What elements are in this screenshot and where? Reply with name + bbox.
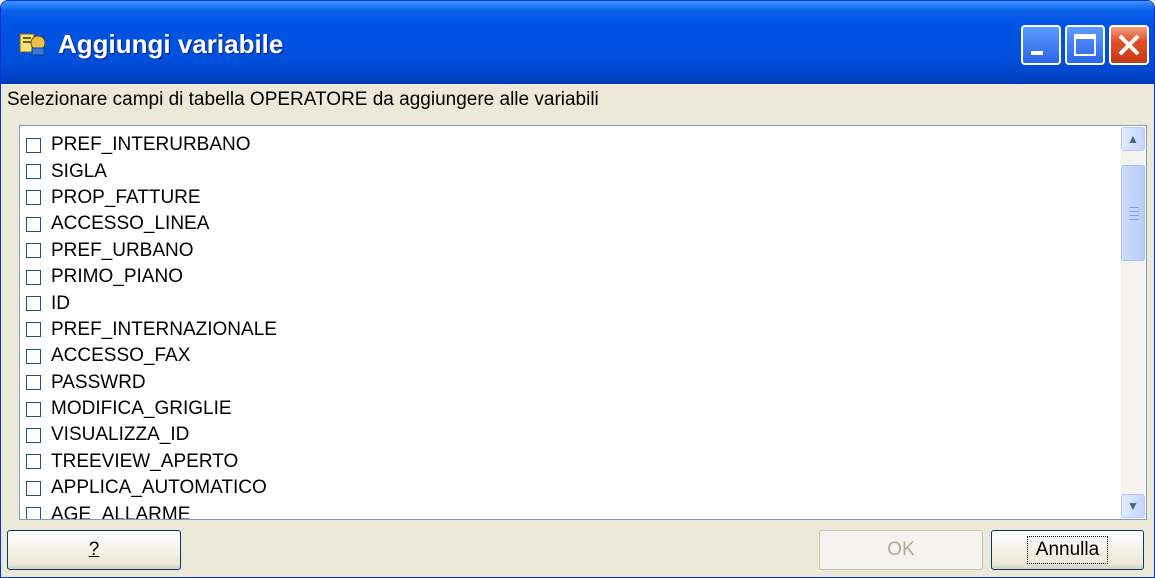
help-button[interactable]: ? [7,530,181,570]
checklist-items: PREF_INTERURBANO SIGLA PROP_FATTURE ACCESSO… [26,132,277,520]
checklist-item[interactable]: ACCESSO_LINEA [26,211,277,237]
scroll-down-button[interactable]: ▼ [1121,494,1145,518]
checklist-item-label: SIGLA [51,160,107,182]
checklist-item[interactable]: TREEVIEW_APERTO [26,449,277,475]
field-checklist[interactable]: PREF_INTERURBANO SIGLA PROP_FATTURE ACCESSO… [19,125,1147,520]
scroll-up-button[interactable]: ▲ [1121,127,1145,151]
checklist-item-label: PROP_FATTURE [51,186,201,208]
minimize-icon [1031,51,1043,55]
checkbox[interactable] [26,190,41,206]
checklist-item-label: AGE_ALLARME [51,503,191,520]
checklist-item[interactable]: AGE_ALLARME [26,501,277,520]
checkbox[interactable] [26,216,41,232]
scroll-thumb[interactable] [1121,165,1145,261]
checklist-item[interactable]: PRIMO_PIANO [26,264,277,290]
checklist-item-label: PREF_INTERNAZIONALE [51,318,277,340]
checkbox[interactable] [26,454,41,470]
checklist-item-label: ACCESSO_LINEA [51,213,210,235]
checklist-item-label: PRIMO_PIANO [51,266,183,288]
checklist-item[interactable]: ID [26,290,277,316]
window-title: Aggiungi variabile [58,29,284,59]
title-bar[interactable]: Aggiungi variabile [1,1,1154,84]
checkbox[interactable] [26,137,41,153]
checkbox[interactable] [26,243,41,259]
grip-line [1129,207,1139,208]
vertical-scrollbar[interactable]: ▲ ▼ [1121,127,1145,518]
dialog-window: Aggiungi variabile Selezionare campi di … [0,0,1155,578]
checklist-item-label: MODIFICA_GRIGLIE [51,398,232,420]
grip-line [1129,211,1139,212]
checklist-item[interactable]: PASSWRD [26,370,277,396]
minimize-button[interactable] [1021,25,1061,65]
cancel-button[interactable]: Annulla [991,530,1144,570]
checklist-item[interactable]: SIGLA [26,158,277,184]
checkbox[interactable] [26,296,41,312]
checklist-item-label: VISUALIZZA_ID [51,424,190,446]
chevron-up-icon: ▲ [1127,132,1139,146]
checklist-item[interactable]: ACCESSO_FAX [26,343,277,369]
checklist-item[interactable]: APPLICA_AUTOMATICO [26,475,277,501]
maximize-icon [1074,34,1096,56]
checklist-item[interactable]: PREF_URBANO [26,238,277,264]
checklist-item-label: APPLICA_AUTOMATICO [51,477,267,499]
maximize-button[interactable] [1065,25,1105,65]
checklist-item[interactable]: PREF_INTERNAZIONALE [26,317,277,343]
grip-line [1129,215,1139,216]
checklist-item-label: ID [51,292,70,314]
checklist-item[interactable]: PROP_FATTURE [26,185,277,211]
checkbox[interactable] [26,375,41,391]
checklist-item-label: PASSWRD [51,371,146,393]
ok-button-label: OK [887,539,915,560]
checkbox[interactable] [26,427,41,443]
close-button[interactable] [1109,25,1149,65]
checkbox[interactable] [26,322,41,338]
grip-line [1129,219,1139,220]
chevron-down-icon: ▼ [1127,499,1139,513]
checklist-item-label: PREF_URBANO [51,239,194,261]
checkbox[interactable] [26,507,41,519]
app-icon [19,33,46,56]
checklist-item-label: PREF_INTERURBANO [51,134,251,156]
checklist-item-label: TREEVIEW_APERTO [51,450,239,472]
checklist-item-label: ACCESSO_FAX [51,345,191,367]
ok-button[interactable]: OK [819,530,983,570]
close-icon [1118,34,1140,56]
checklist-item[interactable]: MODIFICA_GRIGLIE [26,396,277,422]
checkbox[interactable] [26,269,41,285]
checklist-item[interactable]: PREF_INTERURBANO [26,132,277,158]
checklist-item[interactable]: VISUALIZZA_ID [26,422,277,448]
instruction-label: Selezionare campi di tabella OPERATORE d… [7,89,599,110]
cancel-button-label: Annulla [1026,536,1109,564]
checkbox[interactable] [26,348,41,364]
checkbox[interactable] [26,480,41,496]
checkbox[interactable] [26,401,41,417]
checkbox[interactable] [26,164,41,180]
help-button-label: ? [88,539,100,560]
